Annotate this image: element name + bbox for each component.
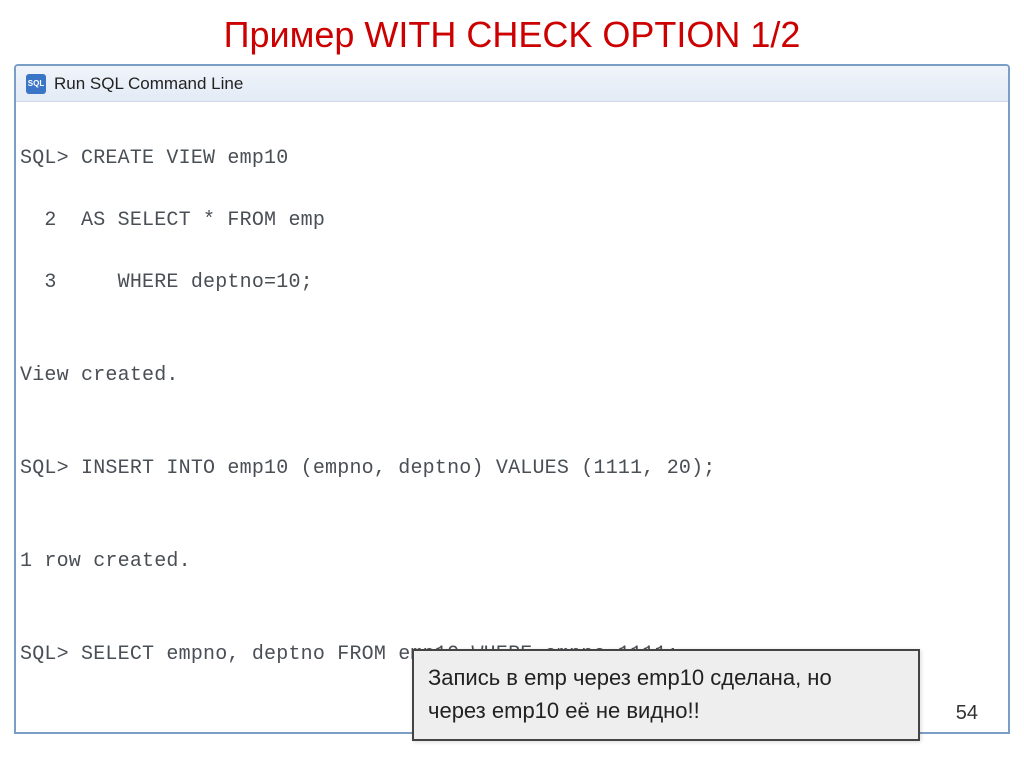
terminal-line: View created. [20,360,1004,391]
annotation-line-2: через emp10 её не видно!! [428,694,904,727]
annotation-line-1: Запись в emp через emp10 сделана, но [428,661,904,694]
terminal-line: 1 row created. [20,546,1004,577]
window-title: Run SQL Command Line [54,74,243,94]
slide-title: Пример WITH CHECK OPTION 1/2 [0,0,1024,64]
sql-app-icon: SQL [26,74,46,94]
annotation-box: Запись в emp через emp10 сделана, но чер… [412,649,920,741]
page-number: 54 [956,702,978,725]
terminal-output: SQL> CREATE VIEW emp10 2 AS SELECT * FRO… [16,102,1008,734]
window-titlebar: SQL Run SQL Command Line [16,66,1008,102]
terminal-line: 3 WHERE deptno=10; [20,267,1004,298]
terminal-line: SQL> CREATE VIEW emp10 [20,143,1004,174]
terminal-window: SQL Run SQL Command Line SQL> CREATE VIE… [14,64,1010,734]
terminal-line: 2 AS SELECT * FROM emp [20,205,1004,236]
terminal-line: SQL> INSERT INTO emp10 (empno, deptno) V… [20,453,1004,484]
